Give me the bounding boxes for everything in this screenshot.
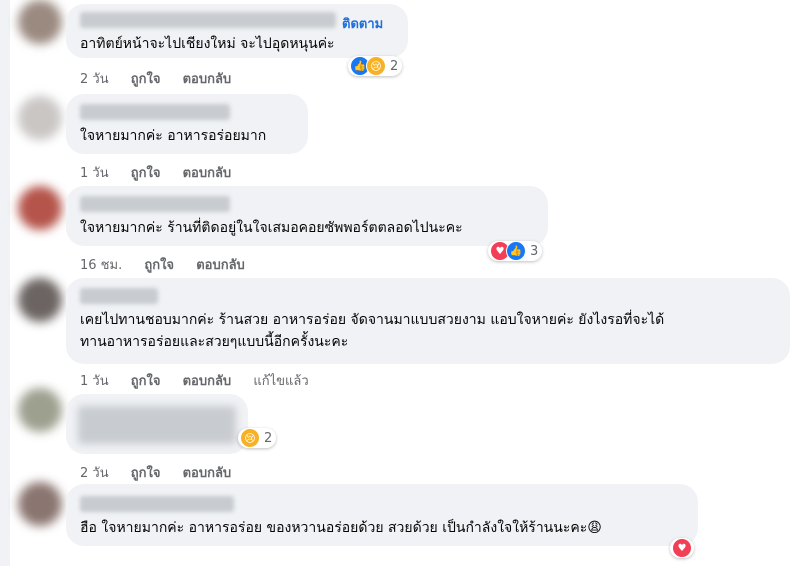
like-action[interactable]: ถูกใจ: [131, 370, 161, 391]
comment-time[interactable]: 1 วัน: [80, 162, 109, 183]
reply-action[interactable]: ตอบกลับ: [183, 462, 232, 483]
reaction-summary[interactable]: ♥ 👍 3: [488, 241, 543, 261]
comment-time[interactable]: 16 ชม.: [80, 254, 122, 275]
comment-text: ใจหายมากค่ะ ร้านที่ติดอยู่ในใจเสมอคอยซัพ…: [80, 220, 463, 236]
comment-actions: 16 ชม. ถูกใจ ตอบกลับ: [80, 254, 263, 275]
avatar[interactable]: [18, 388, 62, 432]
comment-time[interactable]: 2 วัน: [80, 462, 109, 483]
like-action[interactable]: ถูกใจ: [131, 162, 161, 183]
commenter-name[interactable]: [78, 406, 236, 444]
like-action[interactable]: ถูกใจ: [131, 462, 161, 483]
sad-icon: 😢: [240, 428, 260, 448]
avatar[interactable]: [18, 482, 62, 526]
reply-action[interactable]: ตอบกลับ: [183, 68, 232, 89]
reaction-count: 2: [390, 58, 399, 74]
like-action[interactable]: ถูกใจ: [131, 68, 161, 89]
avatar[interactable]: [18, 96, 62, 140]
commenter-name[interactable]: [80, 496, 234, 512]
like-action[interactable]: ถูกใจ: [144, 254, 174, 275]
comment-text-line-2: ทานอาหารอร่อยและสวยๆแบบนี้อีกครั้งนะคะ: [80, 334, 349, 350]
follow-link[interactable]: ติดตาม: [342, 13, 383, 34]
commenter-name[interactable]: [80, 196, 230, 212]
comment-actions: 1 วัน ถูกใจ ตอบกลับ แก้ไขแล้ว: [80, 370, 327, 391]
avatar[interactable]: [18, 0, 62, 44]
reply-action[interactable]: ตอบกลับ: [196, 254, 245, 275]
comment-time[interactable]: 1 วัน: [80, 370, 109, 391]
edited-label[interactable]: แก้ไขแล้ว: [253, 370, 308, 391]
commenter-name[interactable]: [80, 288, 158, 304]
left-rail: [0, 0, 10, 566]
reaction-count: 2: [264, 430, 273, 446]
reaction-summary[interactable]: ♥: [670, 538, 694, 558]
reaction-summary[interactable]: 😢 2: [238, 428, 277, 448]
comment-text: ฮือ ใจหายมากค่ะ อาหารอร่อย ของหวานอร่อยด…: [80, 520, 602, 536]
commenter-name[interactable]: [80, 12, 336, 28]
reply-action[interactable]: ตอบกลับ: [183, 162, 232, 183]
comment-actions: 2 วัน ถูกใจ ตอบกลับ: [80, 462, 249, 483]
reply-action[interactable]: ตอบกลับ: [183, 370, 232, 391]
comment-text: อาทิตย์หน้าจะไปเชียงใหม่ จะไปอุดหนุนค่ะ: [80, 36, 335, 52]
comment-time[interactable]: 2 วัน: [80, 68, 109, 89]
like-icon: 👍: [506, 241, 526, 261]
avatar[interactable]: [18, 278, 62, 322]
comment-actions: 2 วัน ถูกใจ ตอบกลับ: [80, 68, 249, 89]
avatar[interactable]: [18, 186, 62, 230]
reaction-summary[interactable]: 👍 😢 2: [348, 56, 403, 76]
comment-text-line-1: เคยไปทานชอบมากค่ะ ร้านสวย อาหารอร่อย จัด…: [80, 312, 665, 328]
comment-text: ใจหายมากค่ะ อาหารอร่อยมาก: [80, 128, 267, 144]
commenter-name[interactable]: [80, 104, 230, 120]
sad-icon: 😢: [366, 56, 386, 76]
love-icon: ♥: [672, 538, 692, 558]
reaction-count: 3: [530, 243, 539, 259]
comment-actions: 1 วัน ถูกใจ ตอบกลับ: [80, 162, 249, 183]
